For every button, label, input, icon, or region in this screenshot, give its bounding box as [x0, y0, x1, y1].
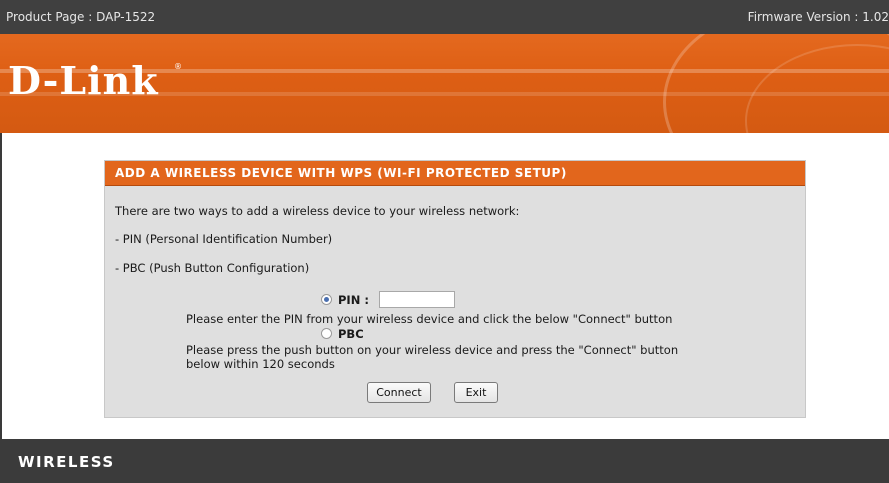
pin-help-text: Please enter the PIN from your wireless … — [186, 312, 673, 326]
footer-bar: WIRELESS — [0, 439, 889, 483]
wps-panel-title: ADD A WIRELESS DEVICE WITH WPS (WI-FI PR… — [105, 161, 805, 186]
pbc-label: PBC — [338, 327, 364, 341]
pbc-help-text-line1: Please press the push button on your wir… — [186, 343, 679, 357]
wps-intro-text: There are two ways to add a wireless dev… — [115, 204, 520, 218]
pin-input[interactable] — [379, 291, 455, 308]
header-banner: D-Link ® — [0, 34, 889, 133]
registered-mark: ® — [174, 62, 182, 71]
pbc-radio[interactable] — [321, 328, 332, 339]
exit-button[interactable]: Exit — [454, 382, 498, 403]
wps-panel: ADD A WIRELESS DEVICE WITH WPS (WI-FI PR… — [104, 160, 806, 418]
product-page-label: Product Page : DAP-1522 — [6, 10, 156, 24]
firmware-version-label: Firmware Version : 1.02 — [747, 10, 889, 24]
pbc-help-text-line2: below within 120 seconds — [186, 357, 335, 371]
pin-radio[interactable] — [321, 294, 332, 305]
wireless-footer-label: WIRELESS — [18, 453, 115, 471]
pbc-method-text: - PBC (Push Button Configuration) — [115, 261, 310, 275]
dlink-logo: D-Link — [8, 58, 159, 103]
top-bar: Product Page : DAP-1522 Firmware Version… — [0, 0, 889, 34]
connect-button[interactable]: Connect — [367, 382, 431, 403]
pin-label: PIN : — [338, 293, 369, 307]
pin-method-text: - PIN (Personal Identification Number) — [115, 232, 333, 246]
